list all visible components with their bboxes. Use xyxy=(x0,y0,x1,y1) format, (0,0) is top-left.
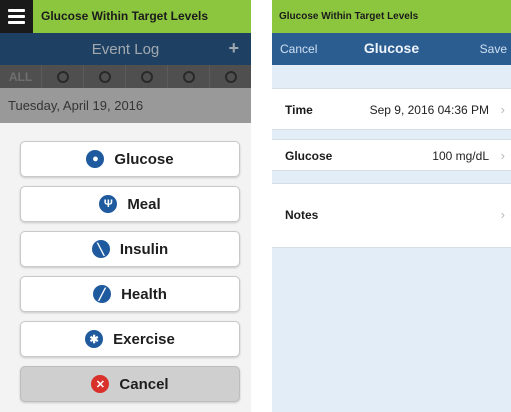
cancel-label: Cancel xyxy=(119,375,169,393)
option-label: Meal xyxy=(127,195,161,213)
option-label: Insulin xyxy=(119,240,169,258)
banner-title: Glucose Within Target Levels xyxy=(279,11,419,22)
status-banner: Glucose Within Target Levels xyxy=(272,0,511,33)
glucose-entry-screen: Glucose Within Target Levels Cancel Gluc… xyxy=(272,0,511,412)
glucose-label: Glucose xyxy=(285,149,333,163)
option-label: Glucose xyxy=(114,150,174,168)
time-value: Sep 9, 2016 04:36 PM xyxy=(369,103,489,117)
banner-title: Glucose Within Target Levels xyxy=(41,9,209,23)
meal-option-button[interactable]: Ψ Meal xyxy=(20,186,240,222)
time-row[interactable]: Time Sep 9, 2016 04:36 PM › xyxy=(272,88,511,130)
notes-label: Notes xyxy=(285,208,319,222)
event-log-screen: Glucose Within Target Levels Event Log +… xyxy=(0,0,251,412)
option-label: Exercise xyxy=(113,330,175,348)
glucose-value: 100 mg/dL xyxy=(432,149,489,163)
chevron-right-icon: › xyxy=(500,148,505,163)
time-label: Time xyxy=(285,103,313,117)
save-link[interactable]: Save xyxy=(480,42,507,56)
meal-icon: Ψ xyxy=(99,195,118,213)
add-event-action-sheet: ● Glucose Ψ Meal ╲ Insulin ╱ Health ✱ Ex… xyxy=(0,123,251,412)
glucose-drop-icon: ● xyxy=(86,150,105,168)
event-log-background: Event Log + ALL Tuesday, April 19, 2016 xyxy=(0,33,251,123)
glucose-row[interactable]: Glucose 100 mg/dL › xyxy=(272,139,511,171)
page-title: Glucose xyxy=(363,40,420,56)
exercise-option-button[interactable]: ✱ Exercise xyxy=(20,321,240,357)
chevron-right-icon: › xyxy=(500,207,505,222)
health-icon: ╱ xyxy=(93,285,112,303)
status-banner: Glucose Within Target Levels xyxy=(0,0,251,33)
chevron-right-icon: › xyxy=(500,102,505,117)
insulin-option-button[interactable]: ╲ Insulin xyxy=(20,231,240,267)
modal-dim-overlay[interactable] xyxy=(0,33,251,123)
cancel-x-icon: ✕ xyxy=(91,375,110,393)
notes-row[interactable]: Notes › xyxy=(272,183,511,248)
insulin-icon: ╲ xyxy=(91,240,110,258)
cancel-button[interactable]: ✕ Cancel xyxy=(20,366,240,402)
hamburger-menu-icon[interactable] xyxy=(0,0,33,33)
screen-divider xyxy=(251,0,272,412)
navigation-bar: Cancel Glucose Save xyxy=(272,33,511,65)
exercise-icon: ✱ xyxy=(85,330,104,348)
option-label: Health xyxy=(121,285,167,303)
health-option-button[interactable]: ╱ Health xyxy=(20,276,240,312)
glucose-option-button[interactable]: ● Glucose xyxy=(20,141,240,177)
